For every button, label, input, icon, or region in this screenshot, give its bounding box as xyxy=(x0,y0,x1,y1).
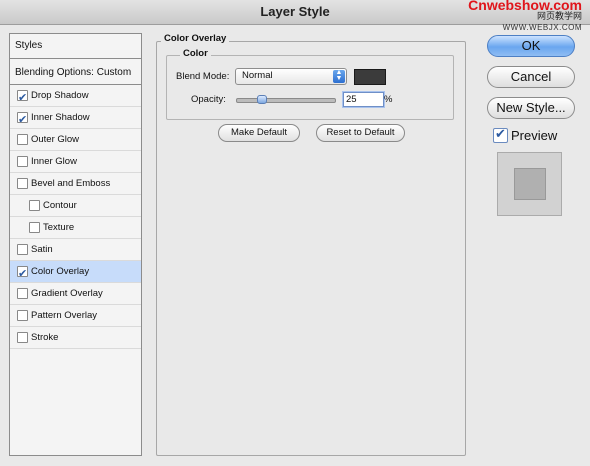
cancel-button[interactable]: Cancel xyxy=(487,66,575,88)
preview-label: Preview xyxy=(511,128,558,143)
style-checkbox[interactable] xyxy=(29,222,40,233)
style-item-inner-glow[interactable]: Inner Glow xyxy=(10,151,141,173)
section-title: Color Overlay xyxy=(161,33,230,44)
watermark: Cnwebshow.com 网页教学网 WWW.WEBJX.COM xyxy=(468,0,582,33)
style-item-stroke[interactable]: Stroke xyxy=(10,327,141,349)
style-checkbox[interactable] xyxy=(17,134,28,145)
style-item-color-overlay[interactable]: Color Overlay xyxy=(10,261,141,285)
style-checkbox[interactable] xyxy=(17,88,28,109)
blend-mode-label: Blend Mode: xyxy=(176,71,230,82)
style-checkbox[interactable] xyxy=(17,310,28,321)
title-bar: Layer Style Cnwebshow.com 网页教学网 WWW.WEBJ… xyxy=(0,0,590,32)
style-item-drop-shadow[interactable]: Drop Shadow xyxy=(10,85,141,109)
style-checkbox[interactable] xyxy=(17,244,28,255)
style-item-texture[interactable]: Texture xyxy=(10,217,141,239)
style-item-bevel-and-emboss[interactable]: Bevel and Emboss xyxy=(10,173,141,195)
style-checkbox[interactable] xyxy=(17,288,28,299)
preview-sample xyxy=(514,168,546,200)
preview-swatch xyxy=(497,152,562,216)
watermark-line3: WWW.WEBJX.COM xyxy=(502,23,582,32)
style-items: Drop Shadow Inner Shadow Outer Glow Inner G… xyxy=(10,85,141,349)
style-checkbox[interactable] xyxy=(17,110,28,131)
styles-header[interactable]: Styles xyxy=(10,34,141,59)
style-item-label: Inner Glow xyxy=(31,156,77,167)
style-checkbox[interactable] xyxy=(17,332,28,343)
style-item-label: Texture xyxy=(43,222,75,233)
style-item-label: Stroke xyxy=(31,332,59,343)
style-item-contour[interactable]: Contour xyxy=(10,195,141,217)
style-item-label: Satin xyxy=(31,244,53,255)
opacity-label: Opacity: xyxy=(191,94,226,105)
blend-mode-value: Normal xyxy=(242,70,273,81)
watermark-line1: Cnwebshow.com xyxy=(468,0,582,13)
style-item-satin[interactable]: Satin xyxy=(10,239,141,261)
style-checkbox[interactable] xyxy=(17,264,28,285)
reset-default-button[interactable]: Reset to Default xyxy=(316,124,405,142)
style-item-label: Outer Glow xyxy=(31,134,80,145)
style-item-label: Color Overlay xyxy=(31,266,90,277)
style-item-gradient-overlay[interactable]: Gradient Overlay xyxy=(10,283,141,305)
ok-button[interactable]: OK xyxy=(487,35,575,57)
opacity-input[interactable]: 25 xyxy=(343,92,384,107)
blend-mode-select[interactable]: Normal ▲ ▼ xyxy=(235,68,347,85)
style-item-pattern-overlay[interactable]: Pattern Overlay xyxy=(10,305,141,327)
style-item-inner-shadow[interactable]: Inner Shadow xyxy=(10,107,141,131)
opacity-slider-thumb[interactable] xyxy=(256,95,267,104)
opacity-slider-track[interactable] xyxy=(236,98,336,103)
updown-arrows-icon: ▲ ▼ xyxy=(333,69,345,83)
group-title: Color xyxy=(180,48,211,59)
style-item-label: Drop Shadow xyxy=(31,90,89,101)
color-group xyxy=(166,55,454,120)
opacity-unit: % xyxy=(384,94,393,105)
blending-options[interactable]: Blending Options: Custom xyxy=(10,62,141,85)
style-item-label: Pattern Overlay xyxy=(31,310,97,321)
style-item-label: Contour xyxy=(43,200,77,211)
preview-checkbox[interactable] xyxy=(493,126,508,143)
make-default-button[interactable]: Make Default xyxy=(218,124,300,142)
style-checkbox[interactable] xyxy=(29,200,40,211)
style-item-outer-glow[interactable]: Outer Glow xyxy=(10,129,141,151)
overlay-color-swatch[interactable] xyxy=(354,69,386,85)
style-item-label: Gradient Overlay xyxy=(31,288,103,299)
styles-list: Styles Blending Options: Custom Drop Sha… xyxy=(9,33,142,456)
style-checkbox[interactable] xyxy=(17,156,28,167)
style-item-label: Inner Shadow xyxy=(31,112,90,123)
style-checkbox[interactable] xyxy=(17,178,28,189)
new-style-button[interactable]: New Style... xyxy=(487,97,575,119)
style-item-label: Bevel and Emboss xyxy=(31,178,111,189)
